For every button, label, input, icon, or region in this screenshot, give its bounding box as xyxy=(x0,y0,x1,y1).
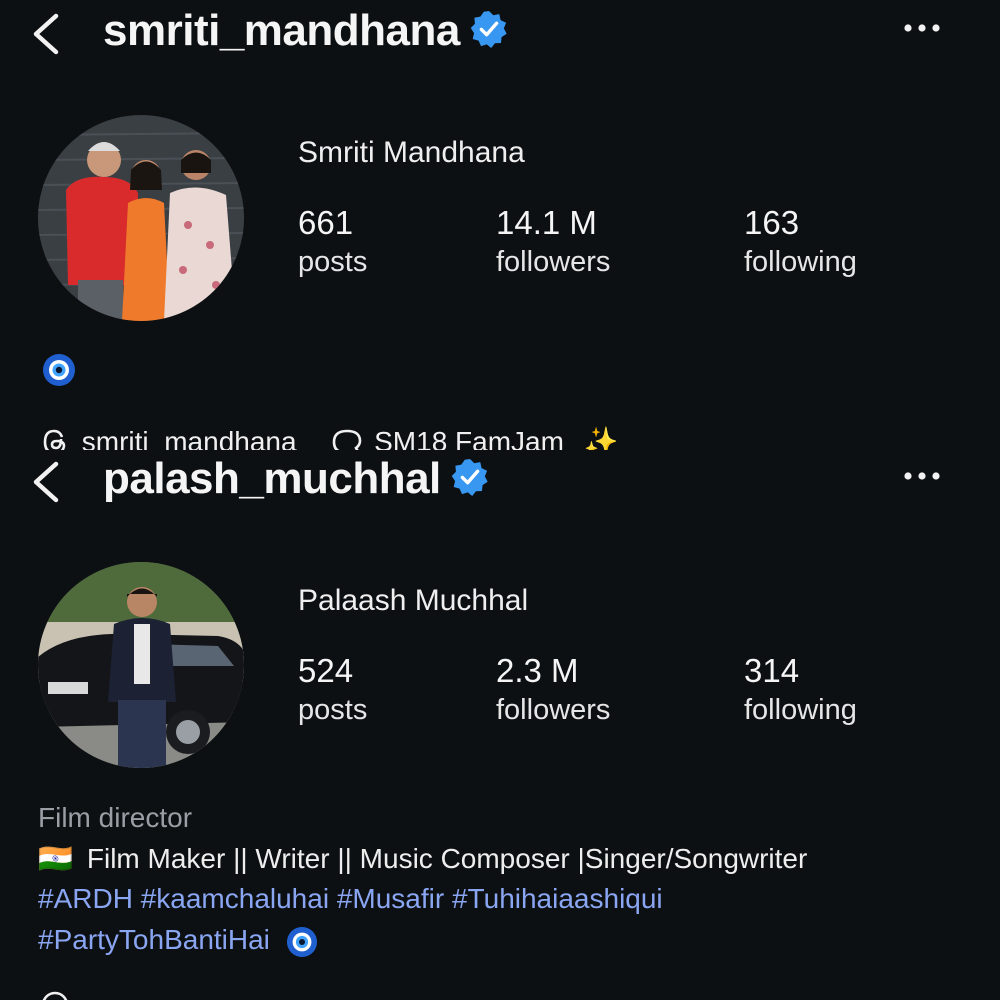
more-options-icon[interactable] xyxy=(902,466,942,486)
stat-posts-label: posts xyxy=(298,694,368,726)
profile-avatar[interactable] xyxy=(38,562,244,768)
profile-palash: palash_muchhal Palaash Muchhal 524 posts… xyxy=(0,450,1000,1000)
stat-posts-label: posts xyxy=(298,246,368,278)
stat-following-value: 314 xyxy=(744,652,800,689)
india-flag-icon: 🇮🇳 xyxy=(38,843,73,874)
channel-link[interactable]: SM18 FamJam xyxy=(374,426,564,450)
hashtag-link[interactable]: #PartyTohBantiHai xyxy=(38,924,270,955)
stat-posts-value: 524 xyxy=(298,652,354,689)
profile-username: palash_muchhal xyxy=(103,454,489,504)
profile-category: Film director xyxy=(38,802,193,833)
hashtag-line: #PartyTohBantiHai xyxy=(38,924,318,958)
hashtag-link[interactable]: #ARDH xyxy=(38,883,133,914)
back-chevron-icon[interactable] xyxy=(28,460,68,504)
stat-followers-value: 14.1 M xyxy=(496,204,597,241)
bio-line: 🇮🇳 Film Maker || Writer || Music Composer… xyxy=(38,842,807,875)
profile-full-name: Smriti Mandhana xyxy=(298,136,525,169)
threads-link[interactable]: smriti_mandhana xyxy=(82,426,297,450)
profile-avatar[interactable] xyxy=(38,115,244,321)
nazar-amulet-icon xyxy=(43,354,75,386)
more-options-icon[interactable] xyxy=(902,18,942,38)
stat-following[interactable]: 163 following xyxy=(744,204,857,279)
username-text: smriti_mandhana xyxy=(103,6,460,55)
hashtag-link[interactable]: #kaamchaluhai xyxy=(141,883,329,914)
cutoff-link-row xyxy=(40,990,940,1000)
stat-posts[interactable]: 661 posts xyxy=(298,204,367,279)
back-chevron-icon[interactable] xyxy=(28,12,68,56)
profile-links: smriti_mandhana SM18 FamJam ✨ xyxy=(40,424,619,450)
hashtag-link[interactable]: #Tuhihaiaashiqui xyxy=(452,883,663,914)
sparkle-icon: ✨ xyxy=(583,426,619,450)
hashtag-line: #ARDH #kaamchaluhai #Musafir #Tuhihaiaas… xyxy=(38,883,663,915)
threads-chat-icon xyxy=(333,429,362,450)
bio-text: Film Maker || Writer || Music Composer |… xyxy=(86,843,808,874)
stat-following-value: 163 xyxy=(744,204,800,241)
nazar-amulet-icon xyxy=(286,926,317,957)
stat-posts[interactable]: 524 posts xyxy=(298,652,367,727)
stat-followers-label: followers xyxy=(496,246,611,278)
profile-username: smriti_mandhana xyxy=(103,6,508,56)
stat-followers-label: followers xyxy=(496,694,611,726)
stat-following[interactable]: 314 following xyxy=(744,652,857,727)
stat-following-label: following xyxy=(744,694,857,726)
verified-badge-icon xyxy=(470,11,507,49)
stat-followers[interactable]: 2.3 M followers xyxy=(496,652,610,727)
hashtag-link[interactable]: #Musafir xyxy=(337,883,444,914)
username-text: palash_muchhal xyxy=(103,454,441,503)
stat-following-label: following xyxy=(744,246,857,278)
profile-full-name: Palaash Muchhal xyxy=(298,584,529,617)
stat-followers[interactable]: 14.1 M followers xyxy=(496,204,610,279)
profile-smriti: smriti_mandhana Smriti Mandhana 661 post… xyxy=(0,0,1000,450)
threads-icon xyxy=(42,991,68,1000)
profile-header: smriti_mandhana xyxy=(0,0,1000,70)
stat-followers-value: 2.3 M xyxy=(496,652,579,689)
profile-header: palash_muchhal xyxy=(0,450,1000,520)
threads-icon xyxy=(43,429,66,450)
stat-posts-value: 661 xyxy=(298,204,354,241)
verified-badge-icon xyxy=(451,459,488,497)
